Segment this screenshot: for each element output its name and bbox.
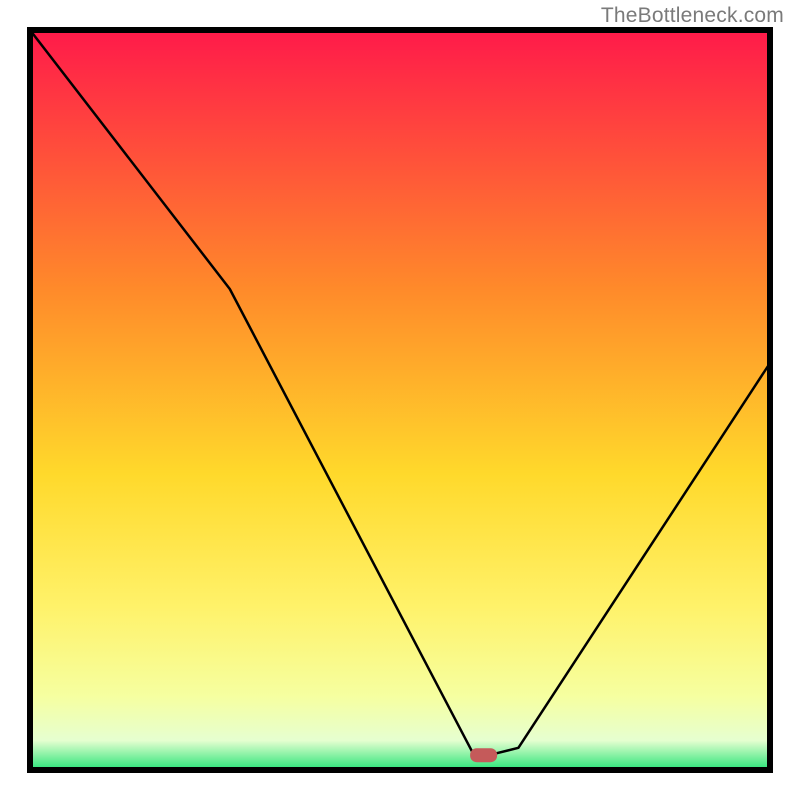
watermark-text: TheBottleneck.com [601,4,784,28]
bottleneck-chart [0,0,800,800]
optimal-marker [471,749,497,762]
chart-background [30,30,770,770]
chart-container: { "watermark": "TheBottleneck.com", "col… [0,0,800,800]
